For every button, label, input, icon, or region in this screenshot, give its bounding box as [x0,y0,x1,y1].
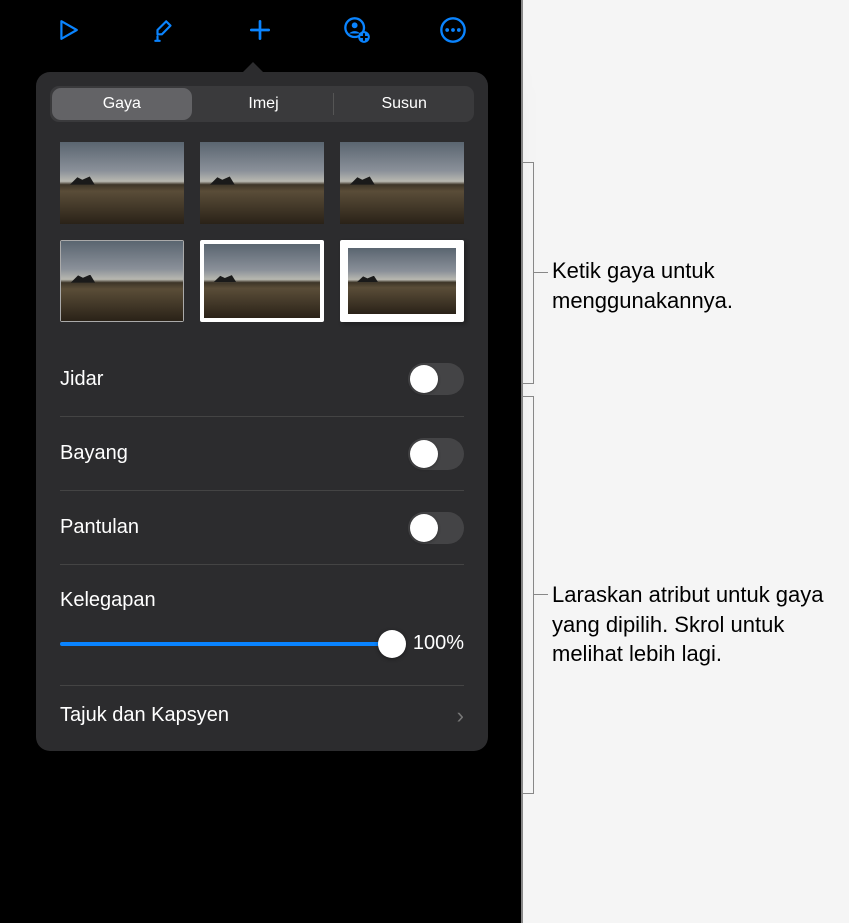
setting-border: Jidar [60,342,464,416]
style-thumbnail-3[interactable] [340,142,464,224]
callout-bracket [522,162,534,384]
opacity-slider[interactable] [60,642,392,646]
play-icon[interactable] [48,10,88,50]
opacity-label: Kelegapan [60,589,464,612]
opacity-value: 100% [408,632,464,655]
settings-list: Jidar Bayang Pantulan Kelegapan 100% [36,342,488,751]
style-thumbnail-6[interactable] [340,240,464,322]
more-icon[interactable] [433,10,473,50]
segmented-control: Gaya Imej Susun [50,86,474,122]
chevron-right-icon: › [457,703,464,729]
callout-line [534,594,548,595]
tab-label: Susun [381,95,426,113]
tab-image[interactable]: Imej [194,86,334,122]
plus-icon[interactable] [240,10,280,50]
setting-label: Jidar [60,368,103,391]
style-thumbnail-1[interactable] [60,142,184,224]
tab-style[interactable]: Gaya [52,88,192,120]
reflection-toggle[interactable] [408,512,464,544]
format-popover: Gaya Imej Susun Jidar Bayang [36,72,488,751]
tab-label: Imej [248,95,278,113]
setting-opacity: Kelegapan 100% [60,564,464,665]
tab-arrange[interactable]: Susun [334,86,474,122]
top-toolbar [0,0,521,60]
styles-grid [36,142,488,342]
callout-bracket [522,396,534,794]
setting-label: Bayang [60,442,128,465]
style-thumbnail-5[interactable] [200,240,324,322]
collaborate-icon[interactable] [337,10,377,50]
title-caption-row[interactable]: Tajuk dan Kapsyen › [60,685,464,751]
device-frame: Gaya Imej Susun Jidar Bayang [0,0,523,923]
setting-label: Pantulan [60,516,139,539]
opacity-slider-row: 100% [60,632,464,655]
setting-reflection: Pantulan [60,490,464,564]
brush-icon[interactable] [144,10,184,50]
title-caption-label: Tajuk dan Kapsyen [60,704,229,727]
style-thumbnail-2[interactable] [200,142,324,224]
setting-shadow: Bayang [60,416,464,490]
slider-knob[interactable] [378,630,406,658]
callout-text-styles: Ketik gaya untuk menggunakannya. [552,256,832,315]
tab-label: Gaya [103,95,141,113]
shadow-toggle[interactable] [408,438,464,470]
style-thumbnail-4[interactable] [60,240,184,322]
callout-text-attributes: Laraskan atribut untuk gaya yang dipilih… [552,580,832,669]
border-toggle[interactable] [408,363,464,395]
callout-line [534,272,548,273]
